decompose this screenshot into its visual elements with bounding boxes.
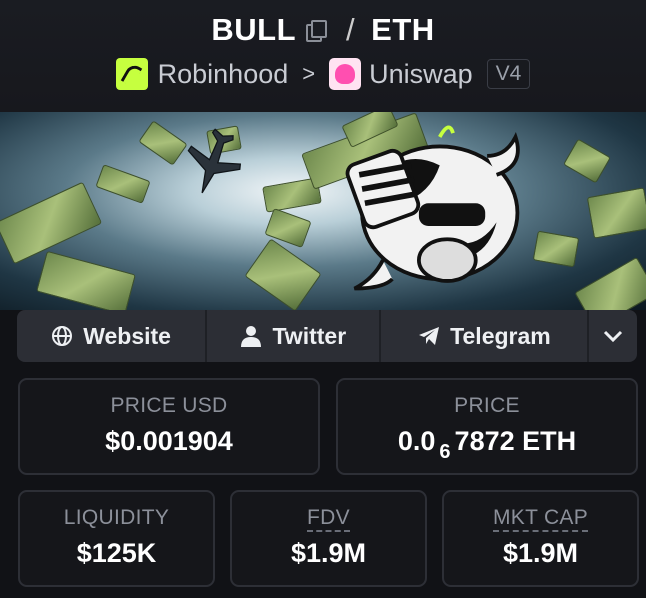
price-native-value: 0.0 6 7872 ETH xyxy=(338,426,636,463)
user-icon xyxy=(241,326,262,347)
token-banner-image xyxy=(0,112,646,310)
liquidity-value: $125K xyxy=(76,538,157,568)
price-native-label: PRICE xyxy=(454,394,520,417)
money-bill xyxy=(244,238,322,310)
fdv-label: FDV xyxy=(307,506,350,532)
price-usd-card: PRICE USD $0.001904 xyxy=(18,378,320,475)
liquidity-label: LIQUIDITY xyxy=(63,506,170,529)
mkt-cap-card[interactable]: MKT CAP $1.9M xyxy=(442,490,639,587)
chevron-down-icon xyxy=(604,330,623,343)
price-native-card: PRICE 0.0 6 7872 ETH xyxy=(336,378,638,475)
chain-link[interactable]: Robinhood xyxy=(158,59,289,90)
money-bill xyxy=(95,164,151,204)
price-prefix: 0.0 xyxy=(397,426,436,456)
dex-link[interactable]: Uniswap xyxy=(369,59,473,90)
route-breadcrumb: Robinhood > Uniswap V4 xyxy=(0,58,646,90)
mkt-cap-value: $1.9M xyxy=(502,538,579,568)
globe-icon xyxy=(52,326,73,346)
money-bill xyxy=(563,138,611,184)
fdv-value: $1.9M xyxy=(290,538,367,568)
money-bill xyxy=(36,250,136,310)
base-token: BULL xyxy=(211,12,297,47)
twitter-label: Twitter xyxy=(272,322,347,349)
twitter-button[interactable]: Twitter xyxy=(207,310,382,362)
money-bill xyxy=(574,256,646,310)
liquidity-card: LIQUIDITY $125K xyxy=(18,490,215,587)
price-suffix: 7872 ETH xyxy=(454,426,577,456)
price-usd-value: $0.001904 xyxy=(105,426,233,456)
pair-title: BULL / ETH xyxy=(0,12,646,48)
telegram-label: Telegram xyxy=(450,322,551,349)
fdv-card[interactable]: FDV $1.9M xyxy=(230,490,427,587)
telegram-button[interactable]: Telegram xyxy=(381,310,590,362)
pair-separator: / xyxy=(346,12,356,47)
website-button[interactable]: Website xyxy=(17,310,208,362)
bull-mascot-illustration xyxy=(345,125,520,291)
price-usd-label: PRICE USD xyxy=(110,394,228,417)
zero-count: 6 xyxy=(439,441,451,463)
airplane-illustration xyxy=(187,128,242,194)
more-links-button[interactable] xyxy=(589,310,637,362)
money-bill xyxy=(586,187,646,239)
pair-header: BULL / ETH Robinhood > Uniswap V4 xyxy=(0,0,646,112)
telegram-icon xyxy=(419,327,440,345)
version-badge: V4 xyxy=(486,59,531,89)
robinhood-logo-icon xyxy=(115,58,148,90)
copy-icon[interactable] xyxy=(304,19,328,42)
mkt-cap-label: MKT CAP xyxy=(492,506,589,532)
social-links-bar: Website Twitter Telegram xyxy=(17,310,637,362)
uniswap-logo-icon xyxy=(329,58,362,90)
website-label: Website xyxy=(83,322,171,349)
chevron-right-icon: > xyxy=(302,61,316,86)
quote-token: ETH xyxy=(371,12,435,47)
